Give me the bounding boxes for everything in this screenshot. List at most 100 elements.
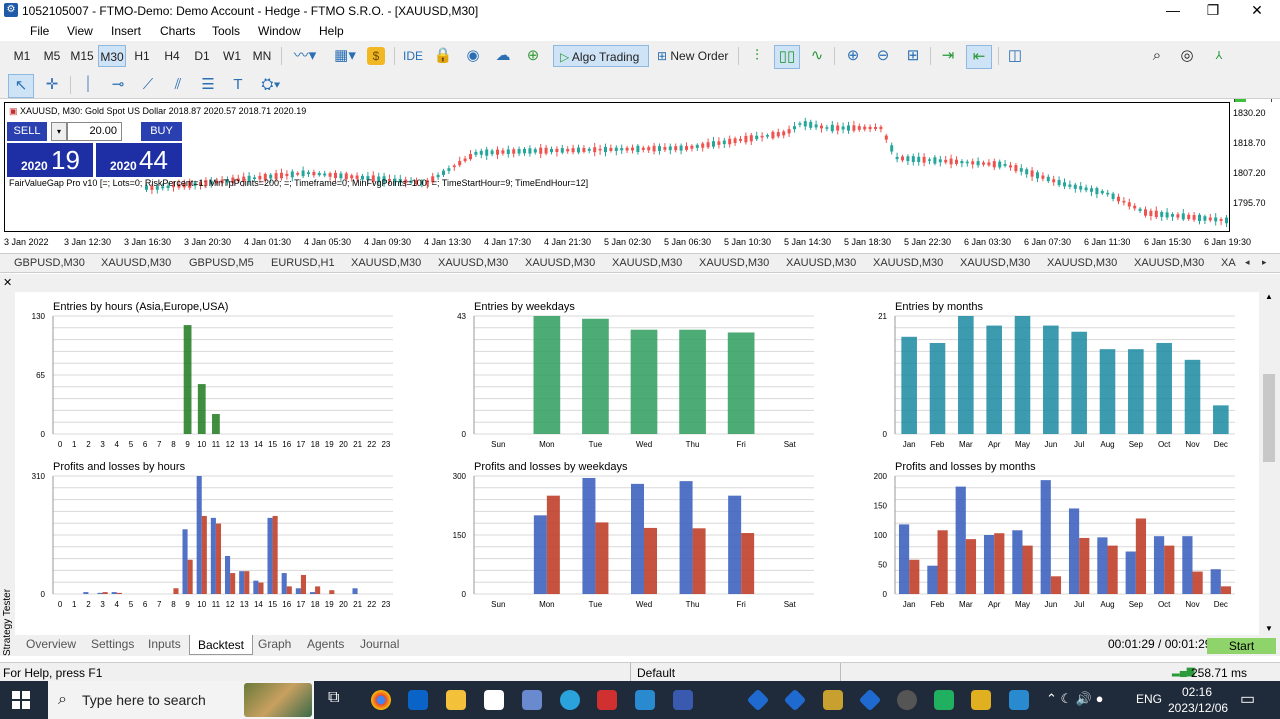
notification-icon[interactable]: ▭	[1240, 689, 1255, 709]
text-icon[interactable]: T	[226, 74, 250, 96]
chrome-icon[interactable]	[371, 690, 391, 710]
timeframe-m30[interactable]: M30	[98, 45, 126, 67]
tab-journal[interactable]: Journal	[360, 637, 399, 651]
vertical-line-icon[interactable]: ⏐	[76, 74, 100, 96]
chart-tab[interactable]: XAUUSD,M30	[351, 257, 421, 269]
windows-start-icon[interactable]	[12, 691, 30, 709]
signal-icon[interactable]: ◉	[462, 45, 484, 67]
taskbar-search-box[interactable]: ⌕ Type here to search	[48, 681, 314, 719]
buy-price-box[interactable]: 2020 44	[96, 143, 182, 177]
templates-icon[interactable]: ▦▾	[326, 45, 364, 67]
language-indicator[interactable]: ENG	[1136, 692, 1162, 706]
cursor-icon[interactable]: ↖	[8, 74, 34, 98]
account-icon[interactable]: ◎	[1176, 45, 1198, 67]
app-icon[interactable]	[823, 690, 843, 710]
tradingview-icon[interactable]	[484, 690, 504, 710]
bar-chart-icon[interactable]: ⫶	[746, 45, 768, 67]
menu-file[interactable]: File	[30, 24, 49, 38]
timeframe-h4[interactable]: H4	[158, 45, 186, 67]
tab-settings[interactable]: Settings	[91, 637, 134, 651]
app-icon[interactable]	[597, 690, 617, 710]
line-chart-icon[interactable]: ∿	[806, 45, 828, 67]
timeframe-d1[interactable]: D1	[188, 45, 216, 67]
timeframe-m15[interactable]: M15	[68, 45, 96, 67]
trendline-icon[interactable]: ⟋	[136, 74, 160, 96]
chart-tab[interactable]: XAUUSD,M30	[1134, 257, 1204, 269]
sell-price-box[interactable]: 2020 19	[7, 143, 93, 177]
chart-tab[interactable]: XAUUSD,M30	[699, 257, 769, 269]
timeframe-w1[interactable]: W1	[218, 45, 246, 67]
tab-inputs[interactable]: Inputs	[148, 637, 181, 651]
tab-scroll-right-icon[interactable]: ▸	[1262, 257, 1267, 268]
metatrader-icon[interactable]	[746, 688, 770, 712]
menu-view[interactable]: View	[67, 24, 93, 38]
menu-window[interactable]: Window	[258, 24, 301, 38]
horizontal-line-icon[interactable]: ⊸	[106, 74, 130, 96]
tab-backtest[interactable]: Backtest	[189, 635, 254, 655]
candlestick-icon[interactable]: ▯▯	[774, 45, 800, 69]
scroll-up-icon[interactable]: ▲	[1265, 292, 1273, 301]
scroll-down-icon[interactable]: ▼	[1265, 624, 1273, 633]
zoom-out-icon[interactable]: ⊖	[872, 45, 894, 67]
menu-insert[interactable]: Insert	[111, 24, 141, 38]
search-icon[interactable]: ⌕	[1146, 45, 1168, 67]
lot-decrease-button[interactable]: ▾	[51, 122, 67, 141]
tray-icons[interactable]: ⌃ ☾ 🔊 ●	[1046, 691, 1103, 707]
algo-trading-button[interactable]: ▷ Algo Trading	[553, 45, 649, 67]
menu-charts[interactable]: Charts	[160, 24, 195, 38]
lot-size-input[interactable]: 20.00	[67, 122, 122, 141]
channel-icon[interactable]: ⫽	[166, 74, 190, 96]
menu-help[interactable]: Help	[319, 24, 344, 38]
file-explorer-icon[interactable]	[446, 690, 466, 710]
chart-tab[interactable]: XAUUSD,M30	[612, 257, 682, 269]
metatrader-icon[interactable]	[858, 688, 882, 712]
app-icon[interactable]	[522, 690, 542, 710]
timeframe-h1[interactable]: H1	[128, 45, 156, 67]
maximize-button[interactable]: ❐	[1190, 0, 1236, 21]
telegram-icon[interactable]	[560, 690, 580, 710]
scroll-thumb[interactable]	[1263, 374, 1275, 462]
shapes-icon[interactable]: ⛭▾	[254, 74, 288, 96]
chart-tab[interactable]: XAUUSD,M30	[786, 257, 856, 269]
close-tester-icon[interactable]: ✕	[3, 276, 12, 289]
chart-tab[interactable]: XAUUSD,M30	[960, 257, 1030, 269]
chart-tab[interactable]: XA	[1221, 257, 1236, 269]
ide-button[interactable]: IDE	[400, 45, 426, 67]
screenshot-icon[interactable]: ◫	[1004, 45, 1026, 67]
timeframe-mn[interactable]: MN	[248, 45, 276, 67]
metatrader-icon[interactable]	[783, 688, 807, 712]
app-icon[interactable]	[934, 690, 954, 710]
market-icon[interactable]: $	[367, 47, 385, 65]
close-button[interactable]: ✕	[1234, 0, 1280, 21]
app-icon[interactable]	[1009, 690, 1029, 710]
menu-tools[interactable]: Tools	[212, 24, 240, 38]
chart-tab[interactable]: XAUUSD,M30	[1047, 257, 1117, 269]
tester-scrollbar[interactable]: ▲ ▼	[1262, 292, 1276, 635]
zoom-in-icon[interactable]: ⊕	[842, 45, 864, 67]
tab-scroll-left-icon[interactable]: ◂	[1245, 257, 1250, 268]
app-icon[interactable]	[971, 690, 991, 710]
clock-time[interactable]: 02:16	[1182, 685, 1212, 699]
chart-type-icon[interactable]: 〰▾	[286, 45, 324, 67]
chart-tab[interactable]: GBPUSD,M5	[189, 257, 254, 269]
price-chart[interactable]: ▣ XAUUSD, M30: Gold Spot US Dollar 2018.…	[4, 102, 1230, 232]
chart-tab[interactable]: XAUUSD,M30	[101, 257, 171, 269]
grid-icon[interactable]: ⊞	[902, 45, 924, 67]
clock-date[interactable]: 2023/12/06	[1168, 701, 1228, 715]
chart-tab[interactable]: XAUUSD,M30	[525, 257, 595, 269]
app-icon[interactable]	[897, 690, 917, 710]
vps-icon[interactable]: ⊕	[522, 45, 544, 67]
timeframe-m1[interactable]: M1	[8, 45, 36, 67]
timeframe-m5[interactable]: M5	[38, 45, 66, 67]
tab-graph[interactable]: Graph	[258, 637, 291, 651]
tab-agents[interactable]: Agents	[307, 637, 344, 651]
cloud-icon[interactable]: ☁	[492, 45, 514, 67]
chart-tab[interactable]: XAUUSD,M30	[873, 257, 943, 269]
fibonacci-icon[interactable]: ☰	[196, 74, 220, 96]
outlook-icon[interactable]	[408, 690, 428, 710]
chart-tab[interactable]: EURUSD,H1	[271, 257, 335, 269]
chart-shift-icon[interactable]: ⇤	[966, 45, 992, 69]
crosshair-icon[interactable]: ✛	[40, 74, 64, 96]
tab-overview[interactable]: Overview	[26, 637, 76, 651]
task-view-icon[interactable]: ⧉	[328, 689, 339, 707]
